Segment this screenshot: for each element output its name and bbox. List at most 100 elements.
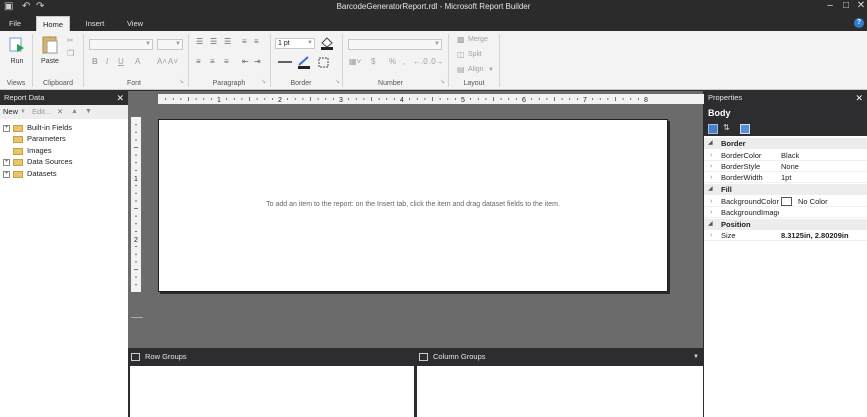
align-icon[interactable]: ▤ (457, 66, 465, 74)
border-launcher-icon[interactable]: ↘ (335, 79, 340, 85)
categorized-icon[interactable] (708, 124, 718, 134)
expand-icon[interactable]: + (3, 158, 10, 166)
report-data-toolbar: New ▼ Edit... ✕ ▲ ▼ (0, 105, 128, 119)
chevron-right-icon[interactable]: › (710, 161, 712, 172)
decrease-font-icon[interactable]: A˅ (168, 58, 178, 66)
cut-icon[interactable]: ✂ (67, 37, 74, 45)
comma-style-icon[interactable]: , (403, 58, 405, 66)
copy-icon[interactable]: ❐ (67, 50, 74, 58)
italic-icon[interactable]: I (106, 58, 108, 66)
tab-home[interactable]: Home (36, 16, 70, 31)
tab-view[interactable]: View (120, 16, 150, 31)
close-icon[interactable]: ✕ (116, 91, 124, 105)
paragraph-launcher-icon[interactable]: ↘ (261, 79, 266, 85)
chevron-right-icon[interactable]: › (710, 196, 712, 207)
design-surface[interactable]: 12345678 12 To add an item to the report… (128, 91, 798, 348)
paste-icon[interactable] (41, 35, 59, 55)
percent-icon[interactable]: % (389, 58, 396, 66)
bullets-icon[interactable]: ≡ (242, 38, 247, 46)
tree-item-label: Datasets (27, 169, 57, 178)
property-row[interactable]: › BorderStyle None (704, 161, 867, 172)
category-fill[interactable]: ◢ Fill (704, 184, 867, 195)
align-left-icon[interactable]: ≡ (196, 58, 201, 66)
group-border-label: Border (290, 80, 312, 87)
alphabetical-icon[interactable]: ⇅ (723, 123, 730, 132)
align-button[interactable]: Align (468, 66, 484, 73)
numbering-icon[interactable]: ≡ (254, 38, 259, 46)
help-icon[interactable]: ? (854, 18, 864, 28)
tree-item-images[interactable]: Images (3, 145, 52, 156)
increase-indent-icon[interactable]: ⇥ (254, 58, 261, 66)
currency-icon[interactable]: $ (371, 58, 375, 66)
run-icon[interactable] (9, 36, 25, 54)
property-row[interactable]: › BackgroundImage (704, 207, 867, 218)
collapse-icon[interactable]: ◢ (708, 184, 713, 195)
decrease-decimal-icon[interactable]: .0→ (429, 58, 444, 66)
move-up-icon[interactable]: ▲ (71, 105, 78, 119)
chevron-right-icon[interactable]: › (710, 172, 712, 183)
underline-icon[interactable]: U (118, 58, 124, 66)
border-style-icon[interactable] (277, 58, 295, 66)
fill-color-icon[interactable] (319, 36, 337, 50)
align-right-icon[interactable]: ≡ (224, 58, 229, 66)
report-data-header: Report Data ✕ (0, 91, 128, 105)
chevron-right-icon[interactable]: › (710, 150, 712, 161)
delete-icon[interactable]: ✕ (57, 105, 63, 119)
category-position[interactable]: ◢ Position (704, 219, 867, 230)
chevron-right-icon[interactable]: › (710, 207, 712, 218)
report-body[interactable]: To add an item to the report: on the Ins… (158, 119, 668, 292)
chevron-down-icon[interactable]: ▼ (693, 354, 699, 360)
placeholder-styles-icon[interactable]: ▦˅ (349, 58, 361, 66)
border-width-combo[interactable]: 1 pt ▼ (275, 38, 315, 49)
close-window-icon[interactable]: ✕ (851, 0, 867, 11)
tree-item-built-in-fields[interactable]: + Built-in Fields (3, 122, 72, 133)
property-pages-icon[interactable] (740, 124, 750, 134)
collapse-icon[interactable]: ◢ (708, 219, 713, 230)
split-icon[interactable]: ◫ (457, 51, 465, 59)
expand-icon[interactable]: + (3, 170, 10, 178)
font-size-combo[interactable]: ▼ (157, 39, 183, 50)
bold-icon[interactable]: B (92, 58, 98, 66)
increase-font-icon[interactable]: A˄ (157, 58, 167, 66)
number-launcher-icon[interactable]: ↘ (440, 79, 445, 85)
row-groups-list[interactable] (130, 366, 414, 417)
split-button[interactable]: Split (468, 51, 482, 58)
tree-item-data-sources[interactable]: + Data Sources (3, 156, 72, 167)
column-groups-icon (419, 353, 428, 362)
tree-item-parameters[interactable]: Parameters (3, 133, 66, 144)
font-color-icon[interactable]: A (135, 58, 140, 66)
expand-icon[interactable]: + (3, 124, 10, 132)
category-border[interactable]: ◢ Border (704, 138, 867, 149)
decrease-indent-icon[interactable]: ⇤ (242, 58, 249, 66)
column-groups-list[interactable] (417, 366, 703, 417)
merge-icon[interactable]: ▩ (457, 36, 465, 44)
merge-button[interactable]: Merge (468, 36, 488, 43)
increase-decimal-icon[interactable]: ←.0 (413, 58, 428, 66)
close-icon[interactable]: ✕ (855, 91, 863, 105)
align-middle-icon[interactable]: ☰ (210, 38, 217, 46)
property-row[interactable]: › BorderWidth 1pt (704, 172, 867, 183)
new-button[interactable]: New (3, 105, 18, 119)
font-launcher-icon[interactable]: ↘ (179, 79, 184, 85)
chevron-down-icon[interactable]: ▼ (20, 105, 26, 119)
paste-button[interactable]: Paste (37, 58, 63, 65)
tree-item-datasets[interactable]: + Datasets (3, 168, 57, 179)
property-row[interactable]: › BackgroundColor No Color (704, 196, 867, 207)
tab-insert[interactable]: Insert (80, 16, 110, 31)
move-down-icon[interactable]: ▼ (85, 105, 92, 119)
chevron-right-icon[interactable]: › (710, 230, 712, 241)
borders-icon[interactable] (318, 57, 330, 69)
property-row[interactable]: › BorderColor Black (704, 150, 867, 161)
align-center-icon[interactable]: ≡ (210, 58, 215, 66)
ruler-number: 4 (400, 97, 404, 104)
property-row[interactable]: › Size 8.3125in, 2.80209in (704, 230, 867, 241)
number-format-combo[interactable]: ▼ (348, 39, 442, 50)
align-top-icon[interactable]: ☰ (196, 38, 203, 46)
collapse-icon[interactable]: ◢ (708, 138, 713, 149)
border-color-icon[interactable] (297, 55, 311, 69)
tab-file[interactable]: File (4, 16, 26, 31)
align-bottom-icon[interactable]: ☰ (224, 38, 231, 46)
font-family-combo[interactable]: ▼ (89, 39, 153, 50)
edit-button[interactable]: Edit... (32, 105, 51, 119)
run-button[interactable]: Run (8, 58, 26, 65)
